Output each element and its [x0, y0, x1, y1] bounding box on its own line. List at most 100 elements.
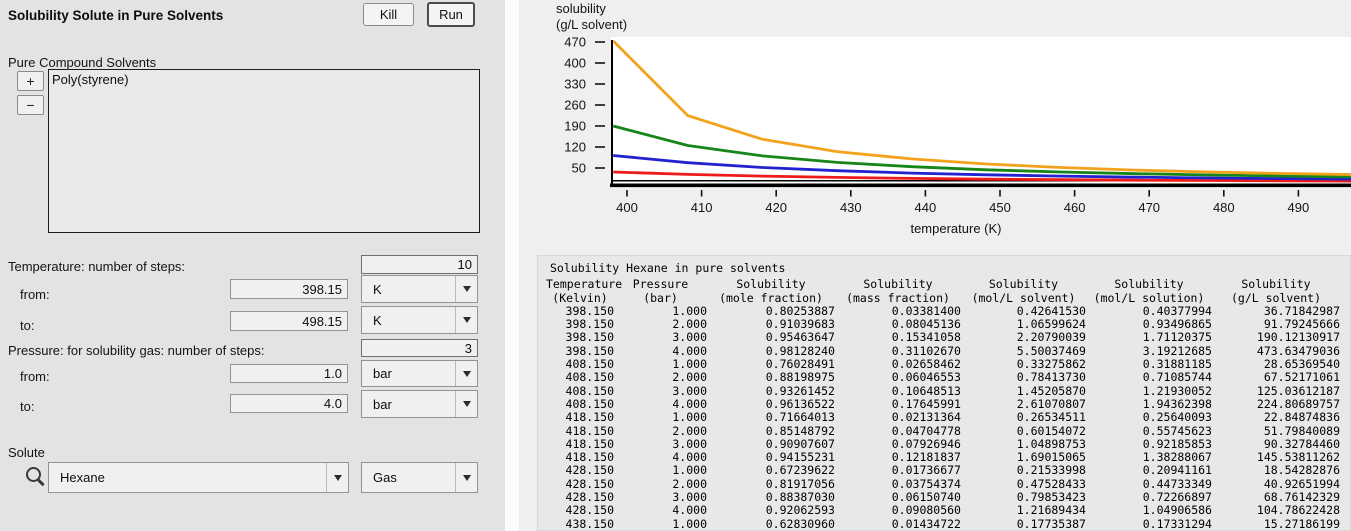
table-cell: 36.71842987 — [1212, 305, 1340, 318]
solute-value: Hexane — [49, 470, 326, 485]
table-cell: 1.71120375 — [1086, 331, 1212, 344]
table-cell: 67.52171061 — [1212, 371, 1340, 384]
y-tick-label: 400 — [564, 56, 586, 71]
table-header-cell: (mol/L solvent) — [961, 292, 1086, 305]
temperature-steps-input[interactable] — [361, 255, 478, 274]
pressure-from-input[interactable] — [230, 364, 348, 383]
panel-title: Solubility Solute in Pure Solvents — [8, 8, 223, 23]
y-axis-line — [611, 40, 613, 187]
temperature-steps-label: Temperature: number of steps: — [8, 259, 185, 274]
table-cell: 0.40377994 — [1086, 305, 1212, 318]
x-tick-label: 480 — [1213, 200, 1235, 215]
kill-button[interactable]: Kill — [363, 3, 414, 26]
table-cell: 398.150 — [546, 331, 614, 344]
temperature-from-unit-select[interactable]: K — [361, 275, 478, 303]
table-cell: 0.71085744 — [1086, 371, 1212, 384]
table-cell: 51.79840089 — [1212, 425, 1340, 438]
table-cell: 0.31881185 — [1086, 358, 1212, 371]
table-cell: 1.000 — [614, 464, 707, 477]
table-cell: 0.90907607 — [707, 438, 835, 451]
table-cell: 0.72266897 — [1086, 491, 1212, 504]
y-tick-label: 260 — [564, 98, 586, 113]
table-cell: 1.06599624 — [961, 318, 1086, 331]
solute-select[interactable]: Hexane — [48, 462, 349, 493]
table-cell: 0.17331294 — [1086, 518, 1212, 531]
remove-solvent-button[interactable]: − — [17, 95, 44, 115]
solvents-label: Pure Compound Solvents — [8, 55, 156, 70]
pressure-to-unit-select[interactable]: bar — [361, 390, 478, 418]
pressure-from-unit-select[interactable]: bar — [361, 360, 478, 387]
add-solvent-button[interactable]: + — [17, 71, 44, 91]
table-header-cell: (mole fraction) — [707, 292, 835, 305]
table-cell: 1.000 — [614, 305, 707, 318]
table-cell: 0.15341058 — [835, 331, 961, 344]
x-tick-label: 430 — [840, 200, 862, 215]
table-cell: 473.63479036 — [1212, 345, 1340, 358]
pressure-from-label: from: — [20, 369, 50, 384]
table-cell: 0.62830960 — [707, 518, 835, 531]
table-cell: 0.06046553 — [835, 371, 961, 384]
table-cell: 0.09080560 — [835, 504, 961, 517]
table-cell: 1.04898753 — [961, 438, 1086, 451]
results-table-panel: Solubility Hexane in pure solvents Tempe… — [537, 255, 1351, 531]
search-icon[interactable] — [26, 467, 41, 482]
table-cell: 4.000 — [614, 345, 707, 358]
table-header-cell: Pressure — [614, 278, 707, 291]
table-cell: 0.21533998 — [961, 464, 1086, 477]
table-cell: 0.94155231 — [707, 451, 835, 464]
table-cell: 438.150 — [546, 518, 614, 531]
x-axis-title: temperature (K) — [910, 221, 1001, 236]
table-cell: 0.17735387 — [961, 518, 1086, 531]
y-tick-label: 330 — [564, 77, 586, 92]
table-cell: 3.000 — [614, 385, 707, 398]
table-cell: 4.000 — [614, 398, 707, 411]
table-cell: 408.150 — [546, 358, 614, 371]
table-cell: 0.80253887 — [707, 305, 835, 318]
plot-area — [611, 37, 1351, 184]
table-cell: 0.47528433 — [961, 478, 1086, 491]
y-tick-label: 50 — [572, 161, 586, 176]
solvent-list-item[interactable]: Poly(styrene) — [49, 70, 479, 87]
x-tick-label: 400 — [616, 200, 638, 215]
x-tick-label: 460 — [1064, 200, 1086, 215]
table-cell: 5.50037469 — [961, 345, 1086, 358]
table-header-cell: Solubility — [961, 278, 1086, 291]
table-cell: 0.01434722 — [835, 518, 961, 531]
chevron-down-icon — [455, 307, 477, 333]
table-cell: 398.150 — [546, 345, 614, 358]
table-cell: 0.92185853 — [1086, 438, 1212, 451]
solvent-listbox[interactable]: Poly(styrene) — [48, 69, 480, 233]
table-header-cell: Solubility — [707, 278, 835, 291]
chevron-down-icon — [326, 463, 348, 492]
panel-divider-strip — [505, 0, 519, 531]
table-cell: 3.000 — [614, 491, 707, 504]
table-cell: 0.17645991 — [835, 398, 961, 411]
y-axis-title-line2: (g/L solvent) — [556, 17, 627, 32]
y-axis-title-line1: solubility — [556, 1, 606, 16]
temperature-to-unit-select[interactable]: K — [361, 306, 478, 334]
table-cell: 1.04906586 — [1086, 504, 1212, 517]
x-tick-label: 470 — [1138, 200, 1160, 215]
pressure-to-input[interactable] — [230, 394, 348, 413]
temperature-from-input[interactable] — [230, 279, 348, 299]
run-button[interactable]: Run — [427, 2, 475, 27]
temperature-to-unit-value: K — [362, 313, 455, 328]
y-tick-label: 190 — [564, 119, 586, 134]
table-header-cell: Solubility — [835, 278, 961, 291]
table-cell: 0.03754374 — [835, 478, 961, 491]
x-tick-label: 490 — [1288, 200, 1310, 215]
table-cell: 428.150 — [546, 491, 614, 504]
x-tick-label: 420 — [765, 200, 787, 215]
table-cell: 428.150 — [546, 504, 614, 517]
pressure-steps-input[interactable] — [361, 339, 478, 357]
table-cell: 418.150 — [546, 425, 614, 438]
table-cell: 0.02658462 — [835, 358, 961, 371]
table-cell: 90.32784460 — [1212, 438, 1340, 451]
solute-phase-select[interactable]: Gas — [361, 462, 478, 493]
table-cell: 1.000 — [614, 411, 707, 424]
table-cell: 0.93496865 — [1086, 318, 1212, 331]
temperature-to-input[interactable] — [230, 311, 348, 331]
table-cell: 0.08045136 — [835, 318, 961, 331]
table-cell: 0.88387030 — [707, 491, 835, 504]
table-cell: 0.67239622 — [707, 464, 835, 477]
